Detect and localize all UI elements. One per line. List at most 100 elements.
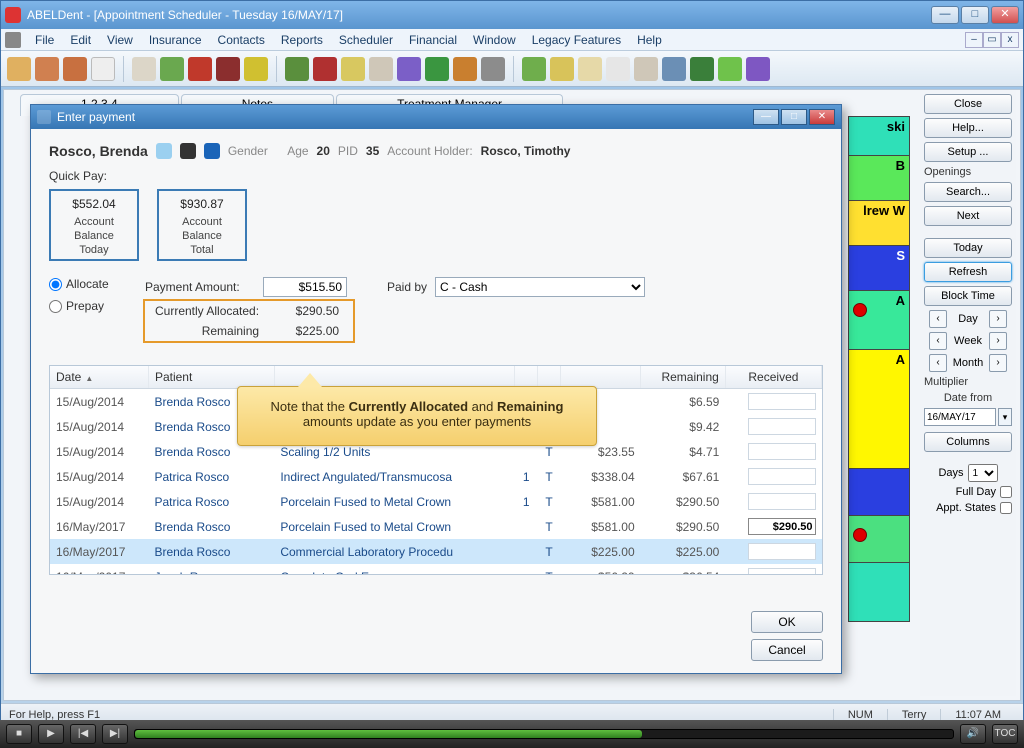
- menu-view[interactable]: View: [99, 33, 141, 47]
- toolbar-icon[interactable]: [132, 57, 156, 81]
- table-row[interactable]: 16/May/2017Jacob RoscoComplete Oral Exam…: [50, 564, 822, 575]
- toolbar-icon[interactable]: [662, 57, 686, 81]
- menu-legacy[interactable]: Legacy Features: [524, 33, 629, 47]
- allocate-radio-label[interactable]: Allocate: [49, 277, 123, 291]
- ok-button[interactable]: OK: [751, 611, 823, 633]
- payment-amount-input[interactable]: [263, 277, 347, 297]
- toolbar-icon[interactable]: [369, 57, 393, 81]
- apptstates-checkbox[interactable]: [1000, 502, 1012, 514]
- toolbar-icon[interactable]: [216, 57, 240, 81]
- toolbar-icon[interactable]: [690, 57, 714, 81]
- appt-block[interactable]: A: [848, 290, 910, 350]
- datefrom-field[interactable]: [924, 408, 996, 426]
- toc-button[interactable]: TOC: [992, 724, 1018, 744]
- close-button[interactable]: Close: [924, 94, 1012, 114]
- help-button[interactable]: Help...: [924, 118, 1012, 138]
- fullday-checkbox[interactable]: [1000, 486, 1012, 498]
- umbrella-icon[interactable]: [204, 143, 220, 159]
- menu-edit[interactable]: Edit: [62, 33, 99, 47]
- toolbar-icon[interactable]: [425, 57, 449, 81]
- appt-block[interactable]: lrew W: [848, 200, 910, 246]
- mdi-close[interactable]: x: [1001, 32, 1019, 48]
- balance-today-box[interactable]: $552.04 Account Balance Today: [49, 189, 139, 261]
- cancel-button[interactable]: Cancel: [751, 639, 823, 661]
- toolbar-icon[interactable]: [606, 57, 630, 81]
- toolbar-icon[interactable]: [244, 57, 268, 81]
- setup-button[interactable]: Setup ...: [924, 142, 1012, 162]
- prev-month-button[interactable]: ‹: [929, 354, 947, 372]
- table-row[interactable]: 16/May/2017Brenda RoscoPorcelain Fused t…: [50, 514, 822, 539]
- calendar-dropdown-icon[interactable]: ▾: [998, 408, 1012, 426]
- menu-financial[interactable]: Financial: [401, 33, 465, 47]
- menu-window[interactable]: Window: [465, 33, 524, 47]
- received-input[interactable]: [748, 543, 816, 560]
- stop-button[interactable]: ■: [6, 724, 32, 744]
- toolbar-icon[interactable]: [313, 57, 337, 81]
- col-received[interactable]: Received: [725, 366, 821, 389]
- toolbar-icon[interactable]: [188, 57, 212, 81]
- received-input[interactable]: [748, 393, 816, 410]
- appt-block[interactable]: ski: [848, 116, 910, 156]
- next-button[interactable]: Next: [924, 206, 1012, 226]
- card-icon[interactable]: [180, 143, 196, 159]
- minimize-button[interactable]: —: [931, 6, 959, 24]
- play-button[interactable]: ▶: [38, 724, 64, 744]
- toolbar-icon[interactable]: [481, 57, 505, 81]
- table-row[interactable]: 16/May/2017Brenda RoscoCommercial Labora…: [50, 539, 822, 564]
- received-input[interactable]: [748, 468, 816, 485]
- appt-block[interactable]: [848, 468, 910, 516]
- menu-scheduler[interactable]: Scheduler: [331, 33, 401, 47]
- appt-block[interactable]: B: [848, 155, 910, 201]
- columns-button[interactable]: Columns: [924, 432, 1012, 452]
- toolbar-icon[interactable]: [35, 57, 59, 81]
- titlebar[interactable]: ABELDent - [Appointment Scheduler - Tues…: [1, 1, 1023, 29]
- appt-block[interactable]: S: [848, 245, 910, 291]
- table-row[interactable]: 15/Aug/2014Patrica RoscoPorcelain Fused …: [50, 489, 822, 514]
- mdi-restore[interactable]: ▭: [983, 32, 1001, 48]
- appt-block[interactable]: [848, 562, 910, 622]
- toolbar-icon[interactable]: [634, 57, 658, 81]
- toolbar-icon[interactable]: [7, 57, 31, 81]
- appt-block[interactable]: [848, 515, 910, 563]
- prepay-radio-label[interactable]: Prepay: [49, 299, 123, 313]
- paidby-select[interactable]: C - Cash: [435, 277, 645, 297]
- next-month-button[interactable]: ›: [989, 354, 1007, 372]
- progress-track[interactable]: [134, 729, 954, 739]
- toolbar-icon[interactable]: [285, 57, 309, 81]
- balance-total-box[interactable]: $930.87 Account Balance Total: [157, 189, 247, 261]
- menu-file[interactable]: File: [27, 33, 62, 47]
- menu-insurance[interactable]: Insurance: [141, 33, 210, 47]
- table-row[interactable]: 15/Aug/2014Patrica RoscoIndirect Angulat…: [50, 464, 822, 489]
- menu-help[interactable]: Help: [629, 33, 670, 47]
- col-remaining[interactable]: Remaining: [641, 366, 726, 389]
- received-input[interactable]: [748, 418, 816, 435]
- dialog-close[interactable]: ✕: [809, 109, 835, 125]
- menu-contacts[interactable]: Contacts: [210, 33, 273, 47]
- received-input[interactable]: [748, 518, 816, 535]
- dialog-titlebar[interactable]: Enter payment — □ ✕: [31, 105, 841, 129]
- toolbar-icon[interactable]: [718, 57, 742, 81]
- app-menu-icon[interactable]: [5, 32, 21, 48]
- toolbar-icon[interactable]: [160, 57, 184, 81]
- days-select[interactable]: 1: [968, 464, 998, 482]
- allocate-radio[interactable]: [49, 278, 62, 291]
- received-input[interactable]: [748, 443, 816, 460]
- blocktime-button[interactable]: Block Time: [924, 286, 1012, 306]
- prev-day-button[interactable]: ‹: [929, 310, 947, 328]
- toolbar-icon[interactable]: [746, 57, 770, 81]
- toolbar-icon[interactable]: [550, 57, 574, 81]
- received-input[interactable]: [748, 493, 816, 510]
- search-button[interactable]: Search...: [924, 182, 1012, 202]
- next-button[interactable]: ▶|: [102, 724, 128, 744]
- dialog-maximize[interactable]: □: [781, 109, 807, 125]
- mdi-minimize[interactable]: –: [965, 32, 983, 48]
- volume-button[interactable]: 🔊: [960, 724, 986, 744]
- close-window-button[interactable]: ✕: [991, 6, 1019, 24]
- prev-button[interactable]: |◀: [70, 724, 96, 744]
- menu-reports[interactable]: Reports: [273, 33, 331, 47]
- today-button[interactable]: Today: [924, 238, 1012, 258]
- toolbar-icon[interactable]: [341, 57, 365, 81]
- col-date[interactable]: Date▲: [50, 366, 148, 389]
- dialog-minimize[interactable]: —: [753, 109, 779, 125]
- prepay-radio[interactable]: [49, 300, 62, 313]
